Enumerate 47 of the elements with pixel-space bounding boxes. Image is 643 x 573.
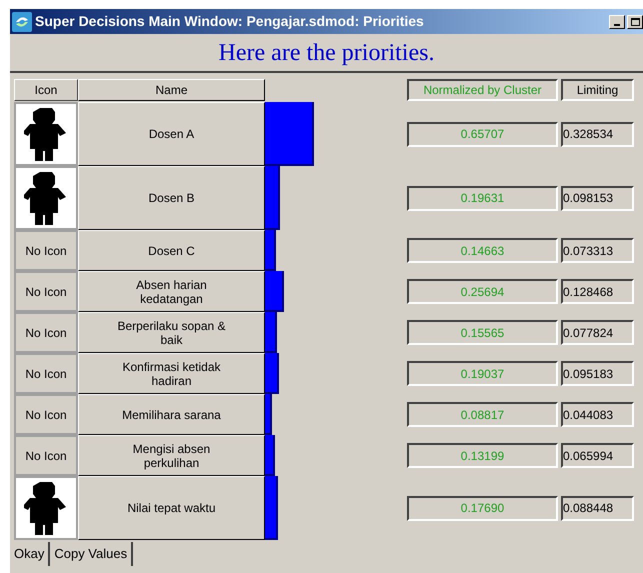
minimize-button[interactable]: [609, 14, 625, 28]
normalized-value-field: 0.14663: [407, 238, 558, 263]
normalized-value-field: 0.65707: [407, 122, 558, 146]
person-icon: [24, 106, 68, 162]
limiting-value-field: 0.128468: [561, 279, 634, 304]
no-icon-label: No Icon: [25, 284, 67, 300]
name-cell: Mengisi absen perkulihan: [78, 435, 265, 476]
no-icon-label: No Icon: [25, 406, 67, 424]
name-cell: Memilihara sarana: [78, 394, 265, 435]
name-cell: Dosen C: [78, 230, 265, 271]
limiting-value-field: 0.065994: [561, 443, 634, 468]
no-icon-label: No Icon: [25, 242, 67, 260]
minimize-icon: [614, 24, 620, 26]
name-cell: Nilai tepat waktu: [78, 476, 265, 540]
normalized-value-field: 0.17690: [407, 496, 558, 520]
person-icon: [24, 480, 68, 536]
limiting-value-field: 0.073313: [561, 238, 634, 263]
maximize-button[interactable]: [627, 14, 643, 28]
app-logo-icon: [12, 12, 32, 32]
heading: Here are the priorities.: [218, 38, 434, 68]
normalized-value-field: 0.15565: [407, 320, 558, 345]
column-header: Name: [78, 79, 265, 101]
no-icon-label: No Icon: [25, 448, 67, 464]
limiting-value-field: 0.088448: [561, 496, 634, 520]
name-cell: Absen harian kedatangan: [78, 271, 265, 312]
normalized-value-field: 0.13199: [407, 443, 558, 468]
no-icon-label: No Icon: [25, 366, 67, 382]
name-cell: Dosen B: [78, 166, 265, 230]
name-cell: Konfirmasi ketidak hadiran: [78, 353, 265, 394]
no-icon-label: No Icon: [25, 324, 67, 342]
window-title: Super Decisions Main Window: Pengajar.sdmod: Priorities: [35, 12, 425, 31]
name-cell: Dosen A: [78, 102, 265, 166]
limiting-value-field: 0.044083: [561, 402, 634, 427]
limiting-value-field: 0.077824: [561, 320, 634, 345]
normalized-value-field: 0.19037: [407, 361, 558, 386]
maximize-icon: [630, 18, 640, 26]
person-icon: [24, 170, 68, 226]
column-header: Normalized by Cluster: [407, 79, 558, 101]
limiting-value-field: 0.095183: [561, 361, 634, 386]
column-header: Icon: [14, 79, 78, 101]
normalized-value-field: 0.08817: [407, 402, 558, 427]
limiting-value-field: 0.098153: [561, 186, 634, 210]
limiting-value-field: 0.328534: [561, 122, 634, 146]
normalized-value-field: 0.25694: [407, 279, 558, 304]
column-header: Limiting: [561, 79, 634, 101]
normalized-value-field: 0.19631: [407, 186, 558, 210]
name-cell: Berperilaku sopan & baik: [78, 312, 265, 353]
